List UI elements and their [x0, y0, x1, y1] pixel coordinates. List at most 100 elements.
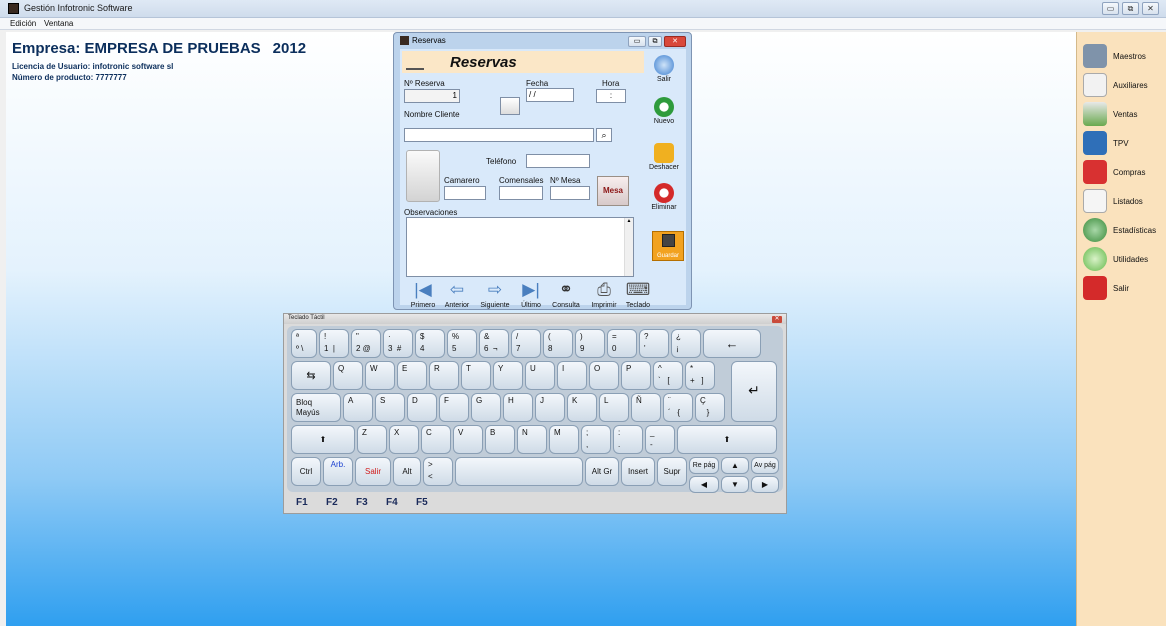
- sidebar-item-salir[interactable]: Salir: [1083, 276, 1165, 302]
- minimize-button[interactable]: ▭: [1102, 2, 1119, 15]
- sidebar-item-ventas[interactable]: Ventas: [1083, 102, 1165, 128]
- key-s[interactable]: S: [375, 393, 405, 422]
- key-angle[interactable]: > <: [423, 457, 453, 486]
- key-alt[interactable]: Alt: [393, 457, 421, 486]
- key-arrow-up[interactable]: ▲: [721, 457, 749, 474]
- key-f3[interactable]: F3: [356, 497, 368, 508]
- key-z[interactable]: Z: [357, 425, 387, 454]
- key-shift-right[interactable]: ⬆: [677, 425, 777, 454]
- observaciones-textarea[interactable]: ▲: [406, 217, 634, 277]
- key-k[interactable]: K: [567, 393, 597, 422]
- key-supr[interactable]: Supr: [657, 457, 687, 486]
- key-insert[interactable]: Insert: [621, 457, 655, 486]
- key-space[interactable]: [455, 457, 583, 486]
- key-t[interactable]: T: [461, 361, 491, 390]
- key-2[interactable]: " 2 @: [351, 329, 381, 358]
- key-altgr[interactable]: Alt Gr: [585, 457, 619, 486]
- consulta-button[interactable]: ⚭ Consulta: [548, 281, 584, 310]
- key-n-tilde[interactable]: Ñ: [631, 393, 661, 422]
- key-w[interactable]: W: [365, 361, 395, 390]
- key-arrow-left[interactable]: ◀: [689, 476, 719, 493]
- fecha-field[interactable]: / /: [526, 88, 574, 102]
- key-tab[interactable]: ⇆: [291, 361, 331, 390]
- key-arb[interactable]: Arb.: [323, 457, 353, 486]
- key-f2[interactable]: F2: [326, 497, 338, 508]
- menu-edicion[interactable]: Edición: [10, 18, 36, 30]
- nuevo-button[interactable]: Nuevo: [646, 97, 682, 125]
- teclado-button[interactable]: ⌨ Teclado: [622, 281, 654, 310]
- salir-button[interactable]: Salir: [646, 55, 682, 83]
- key-4[interactable]: $4: [415, 329, 445, 358]
- restore-button[interactable]: ⧉: [1122, 2, 1139, 15]
- key-y[interactable]: Y: [493, 361, 523, 390]
- key-7[interactable]: /7: [511, 329, 541, 358]
- key-arrow-down[interactable]: ▼: [721, 476, 749, 493]
- key-u[interactable]: U: [525, 361, 555, 390]
- key-8[interactable]: (8: [543, 329, 573, 358]
- observaciones-scrollbar[interactable]: ▲: [624, 218, 633, 276]
- key-9[interactable]: ) 9: [575, 329, 605, 358]
- key-n[interactable]: N: [517, 425, 547, 454]
- telefono-field[interactable]: [526, 154, 590, 168]
- sidebar-item-auxiliares[interactable]: Auxiliares: [1083, 73, 1165, 99]
- key-enter[interactable]: ↵: [731, 361, 777, 422]
- keyboard-titlebar[interactable]: Teclado Táctil ✕: [284, 314, 786, 324]
- key-inverted-exclamation[interactable]: ¿ ¡: [671, 329, 701, 358]
- key-re-pag[interactable]: Re pág: [689, 457, 719, 474]
- key-c[interactable]: C: [421, 425, 451, 454]
- mesa-numero-field[interactable]: [550, 186, 590, 200]
- sidebar-item-estadisticas[interactable]: Estadísticas: [1083, 218, 1165, 244]
- cliente-field[interactable]: [404, 128, 594, 142]
- sidebar-item-maestros[interactable]: Maestros: [1083, 44, 1165, 70]
- key-b[interactable]: B: [485, 425, 515, 454]
- key-caret[interactable]: ^ ` [: [653, 361, 683, 390]
- key-e[interactable]: E: [397, 361, 427, 390]
- key-shift-left[interactable]: ⬆: [291, 425, 355, 454]
- camarero-field[interactable]: [444, 186, 486, 200]
- deshacer-button[interactable]: Deshacer: [646, 143, 682, 171]
- comensales-field[interactable]: [499, 186, 543, 200]
- ultimo-button[interactable]: ▶| Último: [516, 281, 546, 310]
- numero-reserva-field[interactable]: 1: [404, 89, 460, 103]
- key-period[interactable]: :.: [613, 425, 643, 454]
- key-x[interactable]: X: [389, 425, 419, 454]
- siguiente-button[interactable]: ⇨ Siguiente: [476, 281, 514, 310]
- key-0[interactable]: = 0: [607, 329, 637, 358]
- key-f4[interactable]: F4: [386, 497, 398, 508]
- key-q[interactable]: Q: [333, 361, 363, 390]
- anterior-button[interactable]: ⇦ Anterior: [440, 281, 474, 310]
- key-salir[interactable]: Salir: [355, 457, 391, 486]
- primero-button[interactable]: |◀ Primero: [408, 281, 438, 310]
- key-minus[interactable]: _ -: [645, 425, 675, 454]
- key-ctrl[interactable]: Ctrl: [291, 457, 321, 486]
- guardar-button[interactable]: Guardar: [652, 231, 684, 261]
- key-6[interactable]: & 6 ¬: [479, 329, 509, 358]
- key-v[interactable]: V: [453, 425, 483, 454]
- key-apostrophe[interactable]: ? ': [639, 329, 669, 358]
- key-5[interactable]: % 5: [447, 329, 477, 358]
- reservas-titlebar[interactable]: Reservas ▭ ⧉ ✕: [394, 33, 691, 49]
- key-ordinal[interactable]: ª º \: [291, 329, 317, 358]
- key-d[interactable]: D: [407, 393, 437, 422]
- key-c-cedilla[interactable]: Ç }: [695, 393, 725, 422]
- sidebar-item-utilidades[interactable]: Utilidades: [1083, 247, 1165, 273]
- key-a[interactable]: A: [343, 393, 373, 422]
- key-av-pag[interactable]: Av pág: [751, 457, 779, 474]
- hora-field[interactable]: :: [596, 89, 626, 103]
- sidebar-item-listados[interactable]: Listados: [1083, 189, 1165, 215]
- mesa-button[interactable]: Mesa: [597, 176, 629, 206]
- key-f5[interactable]: F5: [416, 497, 428, 508]
- key-h[interactable]: H: [503, 393, 533, 422]
- imprimir-button[interactable]: ⎙ Imprimir: [586, 281, 622, 310]
- key-caps-lock[interactable]: Bloq Mayús: [291, 393, 341, 422]
- key-f[interactable]: F: [439, 393, 469, 422]
- eliminar-button[interactable]: Eliminar: [646, 183, 682, 211]
- key-l[interactable]: L: [599, 393, 629, 422]
- table-preview[interactable]: [406, 150, 440, 202]
- key-1[interactable]: ! 1 |: [319, 329, 349, 358]
- key-j[interactable]: J: [535, 393, 565, 422]
- key-arrow-right[interactable]: ▶: [751, 476, 779, 493]
- menu-ventana[interactable]: Ventana: [44, 18, 73, 30]
- key-g[interactable]: G: [471, 393, 501, 422]
- key-r[interactable]: R: [429, 361, 459, 390]
